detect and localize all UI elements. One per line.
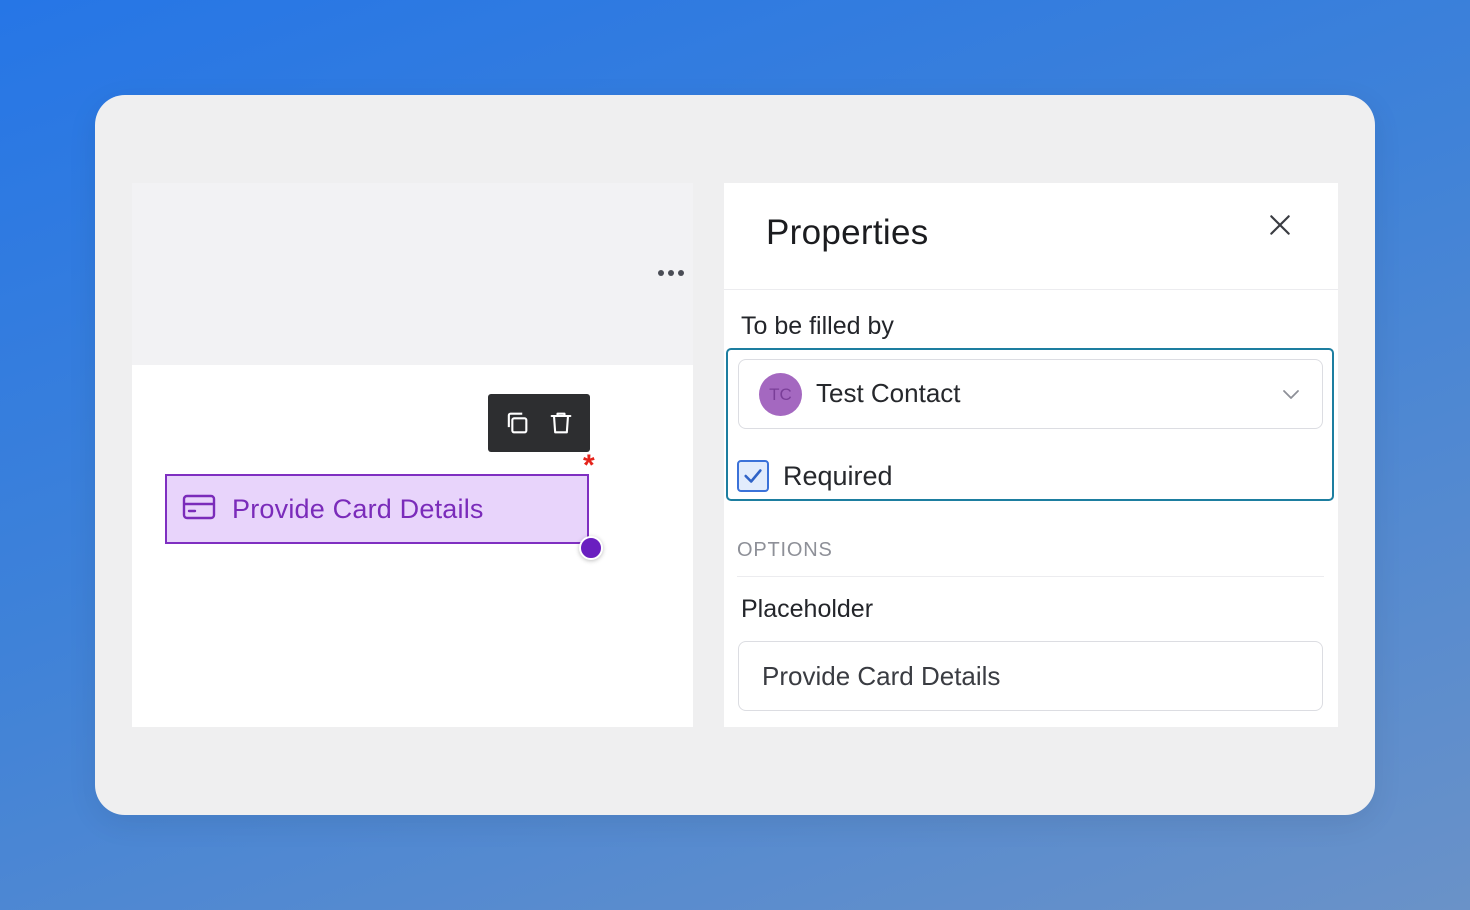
canvas-header-area [132,183,693,365]
trash-icon[interactable] [545,407,577,439]
filled-by-value: Test Contact [816,378,961,408]
required-label: Required [783,461,893,491]
card-field-label: Provide Card Details [232,493,484,524]
placeholder-input[interactable] [738,641,1323,711]
document-page [132,365,693,727]
required-checkbox[interactable] [737,460,769,492]
card-details-field[interactable]: Provide Card Details [165,474,589,544]
check-icon [744,469,762,483]
filled-by-select[interactable]: TC Test Contact [738,359,1323,429]
resize-handle[interactable] [579,536,603,560]
required-asterisk: * [583,449,595,482]
placeholder-label: Placeholder [741,595,874,623]
filled-by-label: To be filled by [741,312,894,340]
app-window: Provide Card Details * Properties To be … [95,95,1375,815]
divider [737,576,1324,577]
close-icon[interactable] [1264,209,1296,241]
options-heading: OPTIONS [737,539,833,561]
copy-icon[interactable] [501,407,533,439]
panel-header: Properties [724,183,1338,290]
credit-card-icon [182,494,216,525]
panel-title: Properties [766,213,929,252]
properties-panel: Properties To be filled by TC Test Conta… [724,183,1338,727]
field-toolbar [488,394,590,452]
chevron-down-icon [1283,390,1299,399]
more-options-icon[interactable] [651,261,691,285]
avatar: TC [759,373,802,416]
